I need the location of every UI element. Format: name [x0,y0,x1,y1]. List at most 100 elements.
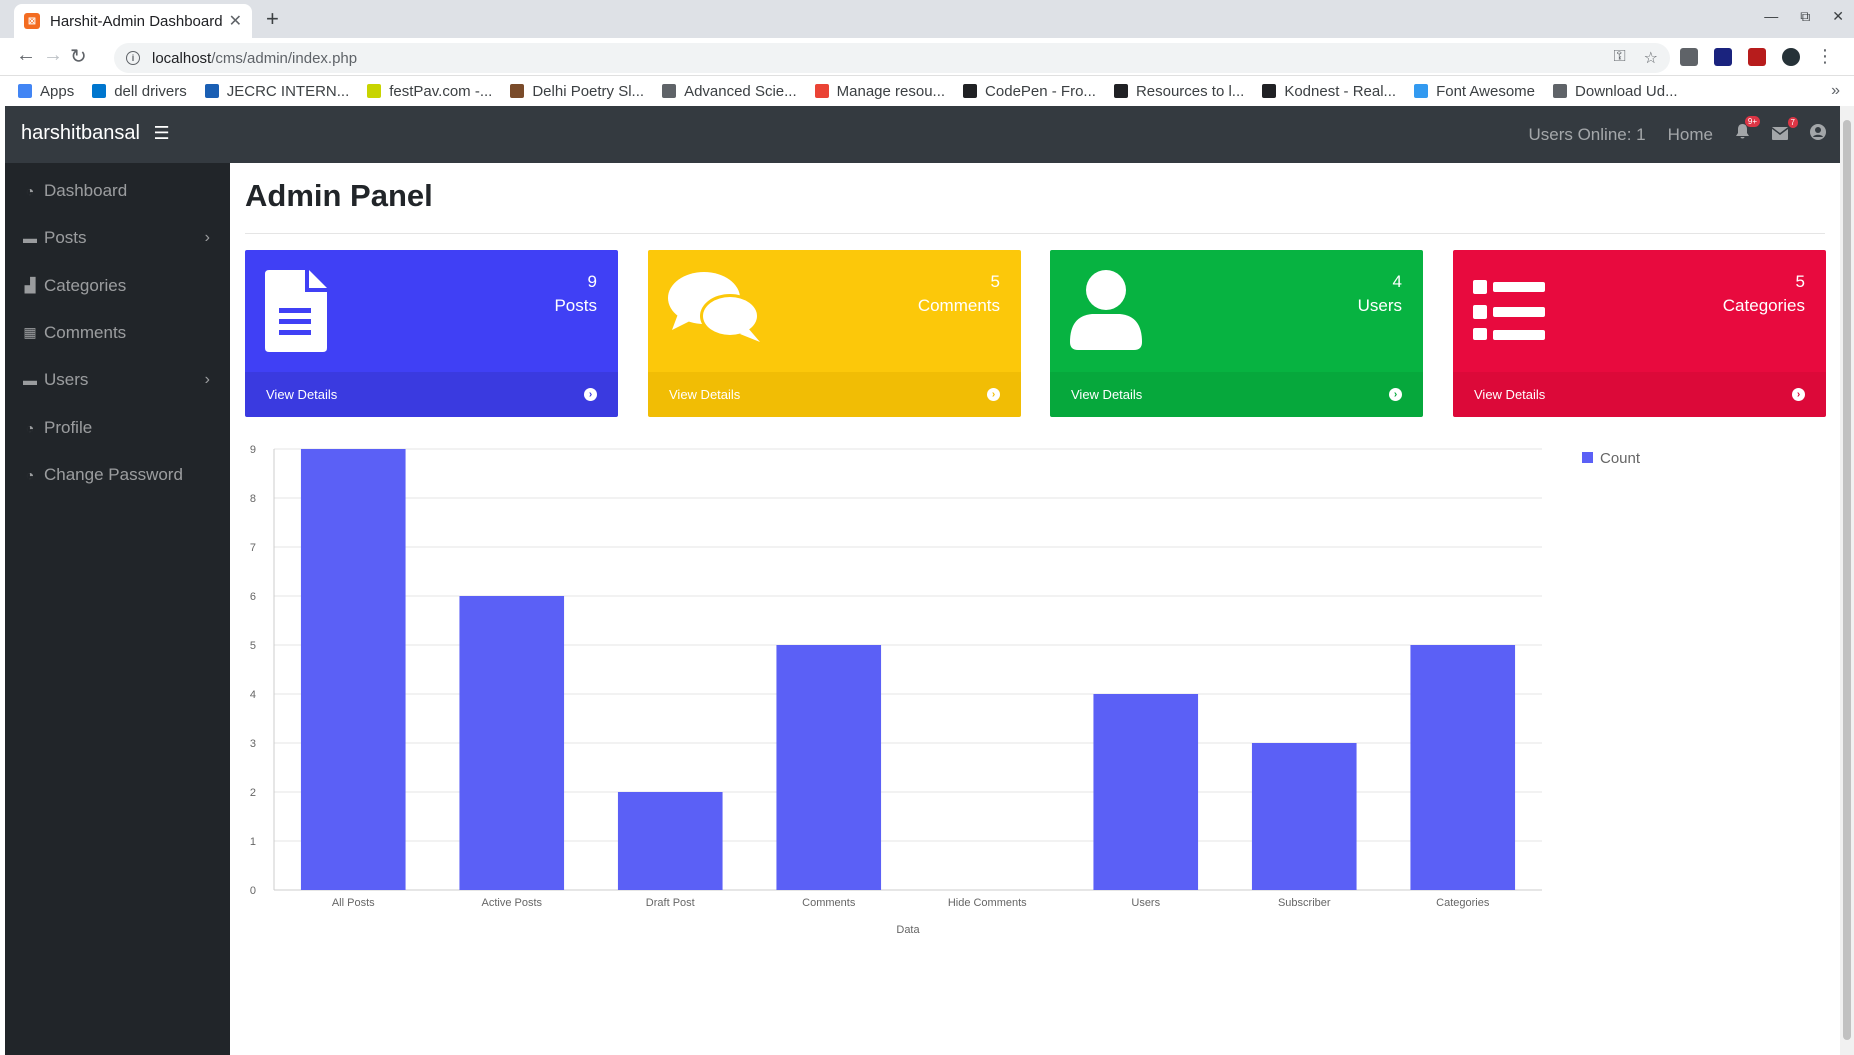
comments-icon [668,272,760,342]
restore-icon[interactable]: ⧉ [1800,8,1810,25]
posts-view-details[interactable]: View Details › [245,372,618,417]
users-card: 4 Users View Details › [1050,250,1423,417]
bookmark-item[interactable]: Download Ud... [1553,83,1678,100]
bookmark-favicon-icon [510,84,525,98]
arrow-circle-right-icon: › [1389,388,1402,401]
new-tab-button[interactable]: + [266,6,279,32]
bookmark-favicon-icon [662,84,677,98]
back-icon[interactable]: ← [16,44,36,67]
sidebar-item-label: Categories [44,275,127,295]
x-tick-label: All Posts [332,897,375,909]
x-tick-label: Active Posts [481,897,542,909]
key-icon[interactable]: ⚿ [1613,48,1625,68]
url-path: /cms/admin/index.php [211,49,358,67]
view-details-label: View Details [669,387,741,402]
bookmark-item[interactable]: Delhi Poetry Sl... [510,83,644,100]
comments-view-details[interactable]: View Details › [648,372,1021,417]
bookmark-item[interactable]: JECRC INTERN... [204,83,349,100]
bookmark-item[interactable]: Resources to l... [1113,82,1245,100]
categories-view-details[interactable]: View Details › [1453,372,1826,417]
posts-label: Posts [554,296,597,315]
y-tick-label: 3 [250,738,256,750]
extension-eyedropper-icon[interactable] [1680,47,1698,66]
legend-label: Count [1600,450,1641,467]
bookmark-item[interactable]: Advanced Scie... [662,83,797,100]
bookmark-label: Manage resou... [836,82,946,100]
bookmark-item[interactable]: Kodnest - Real... [1262,83,1396,100]
home-link[interactable]: Home [1668,125,1713,145]
tab-close-icon[interactable]: ✕ [229,11,242,31]
categories-label: Categories [1722,296,1805,315]
users-view-details[interactable]: View Details › [1050,372,1423,417]
bookmark-label: Download Ud... [1575,82,1678,100]
view-details-label: View Details [266,387,338,402]
bookmark-label: Kodnest - Real... [1284,82,1397,100]
address-bar[interactable]: i localhost /cms/admin/index.php ⚿ ☆ [114,43,1670,73]
bookmarks-bar: Apps dell drivers JECRC INTERN... festPav.c… [0,76,1854,106]
sidebar: ◔ Dashboard ▬ Posts › ▟ Categories ▦ Comments ▬ Us… [5,163,230,1055]
bar [459,596,565,890]
scrollbar-thumb[interactable] [1843,120,1851,1040]
y-tick-label: 4 [250,689,256,701]
bell-icon[interactable]: 9+ [1735,116,1760,145]
title-divider [245,233,1825,234]
x-tick-label: Subscriber [1278,897,1331,909]
x-tick-label: Users [1131,897,1160,909]
brand[interactable]: harshitbansal ☰ [21,122,170,145]
bookmark-item[interactable]: Font Awesome [1414,83,1535,100]
bookmark-favicon-icon [367,84,382,98]
bar [1251,743,1357,890]
bookmark-label: Delhi Poetry Sl... [532,82,645,100]
extension-grid-icon[interactable] [1714,47,1732,66]
bookmark-item[interactable]: CodePen - Fro... [963,83,1096,100]
bookmark-label: Resources to l... [1135,82,1245,100]
ublock-icon[interactable] [1748,47,1766,66]
browser-menu-icon[interactable]: ⋮ [1816,46,1834,67]
dashboard-icon: ◔ [25,183,35,199]
bar-chart: 0 1 2 3 4 5 6 7 8 9 All Posts Active Posts Draft Pos… [230,440,1830,960]
minimize-icon[interactable]: — [1764,8,1778,25]
y-tick-label: 0 [250,885,256,897]
bookmark-favicon-icon [92,84,107,98]
sidebar-item-label: Users [44,370,89,390]
profile-avatar-icon[interactable] [1782,47,1800,66]
posts-card: 9 Posts View Details › [245,250,618,417]
arrow-circle-right-icon: › [1792,388,1805,401]
users-online: Users Online: 1 [1528,124,1646,144]
comments-count: 5 [990,272,1000,291]
bookmarks-overflow-icon[interactable]: » [1831,82,1840,100]
comments-label: Comments [917,296,1000,315]
bookmark-label: Font Awesome [1436,82,1536,100]
bookmark-star-icon[interactable]: ☆ [1644,48,1658,68]
window-close-icon[interactable]: ✕ [1832,8,1844,25]
view-details-label: View Details [1474,387,1546,402]
bookmark-favicon-icon [1262,84,1277,98]
categories-count: 5 [1795,272,1805,291]
browser-tab-bar: ⊠ Harshit-Admin Dashboard ✕ + — ⧉ ✕ [0,0,1854,38]
bookmark-item[interactable]: Apps [18,83,74,100]
bookmark-favicon-icon [204,84,219,98]
page-title: Admin Panel [245,178,433,213]
view-details-label: View Details [1071,387,1143,402]
folder-icon: ▬ [23,230,37,247]
browser-tab[interactable]: ⊠ Harshit-Admin Dashboard ✕ [14,4,252,38]
sidebar-item-label: Comments [44,322,127,342]
bookmark-item[interactable]: festPav.com -... [367,83,492,100]
bookmark-item[interactable]: dell drivers [92,83,187,100]
user-circle-icon[interactable] [1810,124,1826,145]
bookmark-favicon-icon [1553,84,1568,98]
posts-count: 9 [587,272,597,291]
site-info-icon[interactable]: i [126,51,140,65]
bar [1093,694,1199,890]
folder-icon: ▬ [23,372,37,389]
page-scrollbar[interactable] [1840,106,1854,1055]
dashboard-icon: ◔ [25,419,35,436]
legend-swatch [1582,452,1593,463]
forward-icon[interactable]: → [43,44,63,67]
hamburger-menu-icon[interactable]: ☰ [154,123,170,144]
bookmark-item[interactable]: Manage resou... [814,82,946,100]
y-tick-label: 2 [250,787,256,799]
reload-icon[interactable]: ↻ [70,44,87,69]
sidebar-item-change-password[interactable]: ◔ Change Password [5,447,230,503]
envelope-icon[interactable]: 7 [1771,116,1798,145]
